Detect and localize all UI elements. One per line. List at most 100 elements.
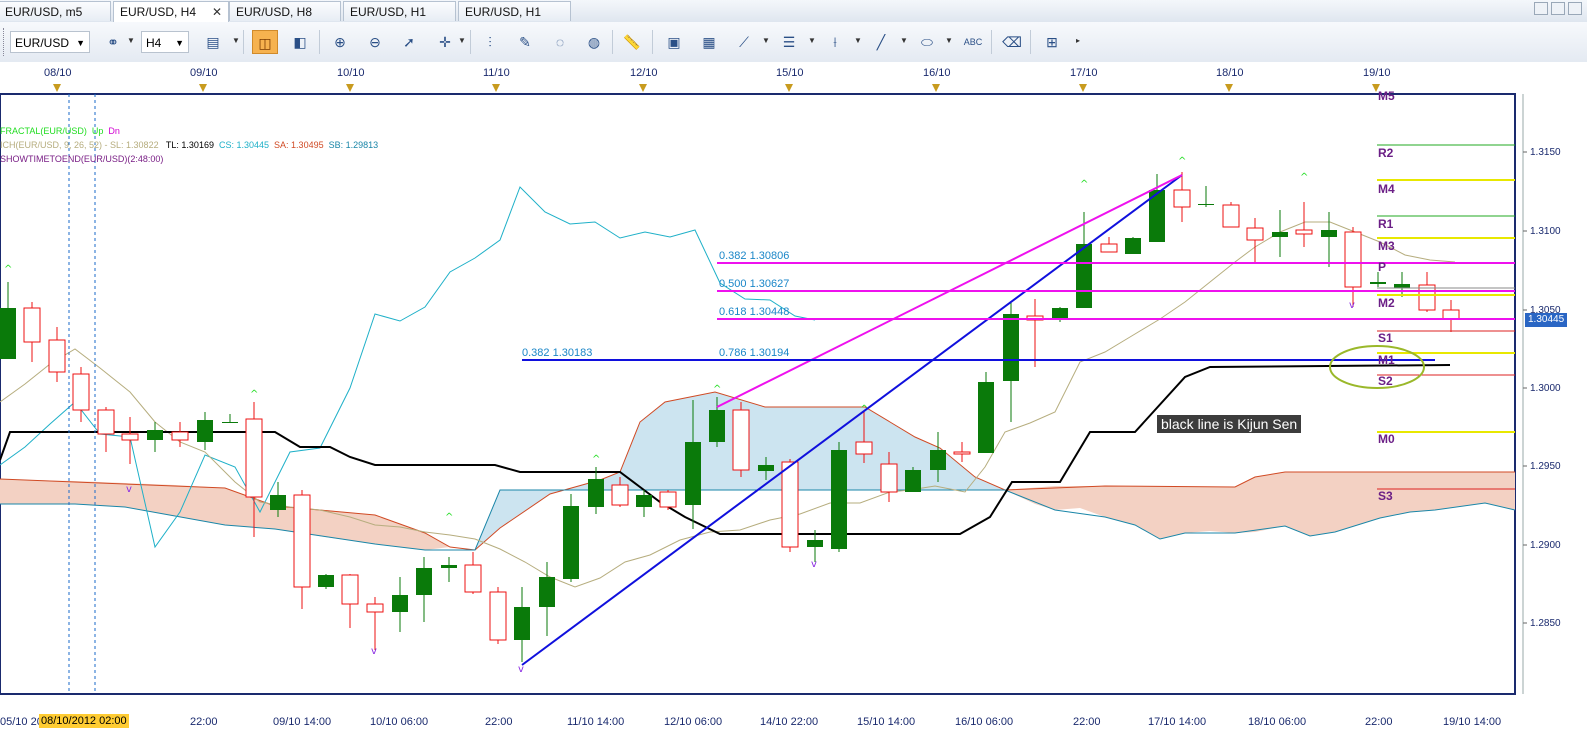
ruler-icon[interactable]: 📏 xyxy=(619,30,645,54)
chevron-down-icon[interactable]: ▼ xyxy=(127,36,135,45)
chevron-down-icon: ▼ xyxy=(76,38,85,48)
candle-body xyxy=(732,409,750,471)
toolbar-overflow-icon[interactable]: ▸ xyxy=(1076,36,1080,45)
candle-body xyxy=(831,450,847,549)
tab-bar: EUR/USD, m5 EUR/USD, H4 ✕ EUR/USD, H8 EUR… xyxy=(0,0,1587,23)
pen-icon[interactable]: ╱ xyxy=(868,30,894,54)
bottom-date-label: 17/10 14:00 xyxy=(1148,716,1206,728)
candle-body xyxy=(1076,244,1092,308)
fractal-dn: Dn xyxy=(108,126,120,136)
period-separator-icon[interactable]: ⫶ xyxy=(477,30,503,54)
top-date-label: 17/10 xyxy=(1070,67,1098,79)
price-tick-label: 1.2900 xyxy=(1530,540,1561,551)
kijun-annotation: black line is Kijun Sen xyxy=(1157,415,1302,433)
symbol-value: EUR/USD xyxy=(15,36,70,50)
candle-body xyxy=(1418,284,1436,311)
cursor-icon[interactable]: ➚ xyxy=(396,30,422,54)
eraser-icon[interactable]: ⌫ xyxy=(999,30,1025,54)
chevron-down-icon[interactable]: ▼ xyxy=(232,36,240,45)
text-icon[interactable]: ABC xyxy=(960,30,986,54)
toolbar-separator xyxy=(991,30,992,54)
candle xyxy=(905,467,921,492)
candle-body xyxy=(953,451,971,455)
fractal-down-marker: v xyxy=(126,484,132,495)
fib-label-0382-lower: 0.382 1.30183 xyxy=(522,347,592,359)
candle-body xyxy=(1394,284,1410,288)
chevron-down-icon[interactable]: ▼ xyxy=(762,36,770,45)
lines-icon[interactable]: ☰ xyxy=(776,30,802,54)
candle-body xyxy=(293,494,311,588)
toolbar-separator xyxy=(319,30,320,54)
price-tick-label: 1.2850 xyxy=(1530,618,1561,629)
toolbar-separator xyxy=(652,30,653,54)
timeframe-value: H4 xyxy=(146,36,162,50)
candle-body xyxy=(781,461,799,548)
timeframe-select[interactable]: H4 ▼ xyxy=(141,31,189,53)
zoom-out-icon[interactable]: ⊖ xyxy=(362,30,388,54)
ich-sb: SB: 1.29813 xyxy=(328,140,379,150)
candle-body xyxy=(1222,204,1240,228)
candles-icon[interactable]: ◫ xyxy=(252,30,278,54)
candle-body xyxy=(1344,231,1362,288)
candle-body xyxy=(905,470,921,492)
template-icon[interactable]: ▦ xyxy=(696,30,722,54)
price-chart[interactable]: 08/10 09/10 10/10 11/10 12/10 15/10 16/10 17/10… xyxy=(0,62,1587,737)
tab-eurusd-m5[interactable]: EUR/USD, m5 xyxy=(0,1,111,21)
crosshair-icon[interactable]: ✛ xyxy=(432,30,458,54)
fractal-up-marker: ^ xyxy=(713,384,721,395)
tab-eurusd-h4[interactable]: EUR/USD, H4 ✕ xyxy=(113,1,229,23)
fractal-up: Up xyxy=(91,126,104,136)
toolbar-separator xyxy=(1030,30,1031,54)
current-price-badge: 1.30445 xyxy=(1525,313,1568,327)
candle xyxy=(1222,202,1240,228)
toolbar-separator xyxy=(243,30,244,54)
chevron-down-icon[interactable]: ▼ xyxy=(854,36,862,45)
pivot-label-m3: M3 xyxy=(1378,239,1395,253)
chart-properties-icon[interactable]: ✎ xyxy=(512,30,538,54)
tab-eurusd-h1-2[interactable]: EUR/USD, H1 xyxy=(458,1,571,21)
tab-eurusd-h1[interactable]: EUR/USD, H1 xyxy=(343,1,456,21)
bottom-date-label: 16/10 06:00 xyxy=(955,716,1013,728)
toolbar-separator xyxy=(470,30,471,54)
bottom-date-label: 15/10 14:00 xyxy=(857,716,915,728)
draw-tools-icon[interactable]: ⟋ xyxy=(731,30,757,54)
fib-label-0786: 0.786 1.30194 xyxy=(719,347,789,359)
chevron-down-icon[interactable]: ▼ xyxy=(808,36,816,45)
link-icon[interactable]: ⚭ xyxy=(100,30,126,54)
chart-type-icon[interactable]: ▤ xyxy=(200,30,226,54)
ellipse-icon[interactable]: ⬭ xyxy=(914,30,940,54)
chevron-down-icon[interactable]: ▼ xyxy=(945,36,953,45)
image-icon[interactable]: ▣ xyxy=(661,30,687,54)
candle-body xyxy=(366,603,384,613)
bars-icon[interactable]: ◧ xyxy=(287,30,313,54)
candle-body xyxy=(121,433,139,441)
candle-body xyxy=(659,491,677,508)
zoom-in-icon[interactable]: ⊕ xyxy=(327,30,353,54)
bottom-date-label: 22:00 xyxy=(1365,716,1393,728)
object-properties-icon[interactable]: ◌ xyxy=(547,30,573,54)
candle-body xyxy=(341,574,359,605)
bottom-date-label: 22:00 xyxy=(190,716,218,728)
globe-icon[interactable]: ◍ xyxy=(581,30,607,54)
toolbar-grip[interactable] xyxy=(3,28,7,56)
symbol-select[interactable]: EUR/USD ▼ xyxy=(10,31,90,53)
fib-icon[interactable]: ⟊ xyxy=(822,30,848,54)
fractal-up-marker: ^ xyxy=(1080,179,1088,190)
bottom-date-label: 22:00 xyxy=(485,716,513,728)
fractal-up-marker: ^ xyxy=(1300,172,1308,183)
restore-window-button[interactable] xyxy=(1534,2,1548,15)
chevron-down-icon[interactable]: ▼ xyxy=(900,36,908,45)
hierarchy-icon[interactable]: ⊞ xyxy=(1039,30,1065,54)
close-icon[interactable]: ✕ xyxy=(212,2,222,22)
tab-eurusd-h8[interactable]: EUR/USD, H8 xyxy=(229,1,341,21)
candle-body xyxy=(709,410,725,442)
close-window-button[interactable] xyxy=(1568,2,1582,15)
maximize-window-button[interactable] xyxy=(1551,2,1565,15)
top-date-label: 09/10 xyxy=(190,67,218,79)
pivot-label-r2: R2 xyxy=(1378,146,1394,160)
price-tick-label: 1.2950 xyxy=(1530,461,1561,472)
chevron-down-icon[interactable]: ▼ xyxy=(458,36,466,45)
candle xyxy=(781,459,799,552)
candle-body xyxy=(1442,309,1460,320)
candle xyxy=(489,587,507,644)
